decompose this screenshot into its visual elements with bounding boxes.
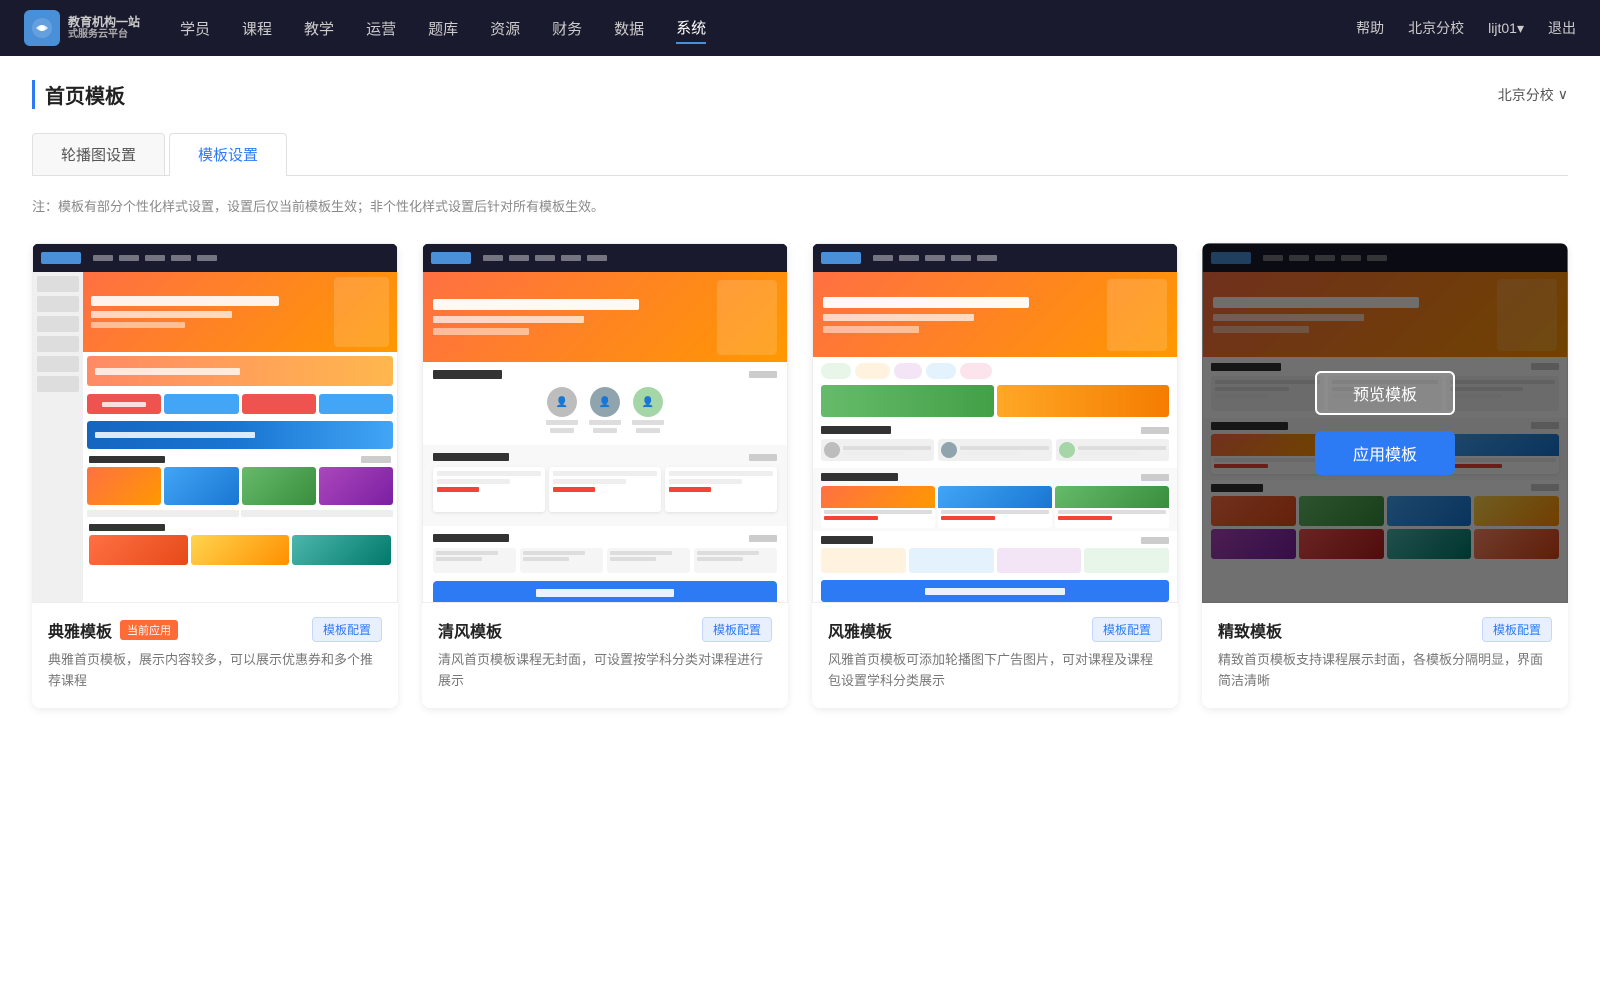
nav-left: 教育机构一站 式服务云平台 学员 课程 教学 运营 题库 资源 财务 数据 系统 bbox=[24, 10, 706, 46]
nav-right: 帮助 北京分校 lijt01▾ 退出 bbox=[1356, 18, 1576, 38]
template-desc-4: 精致首页模板支持课程展示封面，各模板分隔明显，界面简洁清晰 bbox=[1218, 650, 1552, 692]
apply-template-btn[interactable]: 应用模板 bbox=[1315, 431, 1455, 475]
nav-help[interactable]: 帮助 bbox=[1356, 18, 1384, 38]
template-desc-2: 清风首页模板课程无封面，可设置按学科分类对课程进行展示 bbox=[438, 650, 772, 692]
nav-branch[interactable]: 北京分校 bbox=[1408, 18, 1464, 38]
nav-item-teaching[interactable]: 教学 bbox=[304, 14, 334, 43]
card-title-area-4: 精致模板 bbox=[1218, 618, 1282, 642]
tab-banner[interactable]: 轮播图设置 bbox=[32, 133, 165, 175]
nav-logout[interactable]: 退出 bbox=[1548, 18, 1576, 38]
preview-template-btn[interactable]: 预览模板 bbox=[1315, 371, 1455, 415]
logo: 教育机构一站 式服务云平台 bbox=[24, 10, 140, 46]
template-preview-3[interactable] bbox=[812, 243, 1178, 603]
nav-item-operations[interactable]: 运营 bbox=[366, 14, 396, 43]
template-name-4: 精致模板 bbox=[1218, 618, 1282, 642]
current-badge-1: 当前应用 bbox=[120, 620, 178, 640]
config-btn-1[interactable]: 模板配置 bbox=[312, 617, 382, 642]
template-name-1: 典雅模板 bbox=[48, 618, 112, 642]
tab-template[interactable]: 模板设置 bbox=[169, 133, 287, 176]
template-name-2: 清风模板 bbox=[438, 618, 502, 642]
branch-chevron: ∨ bbox=[1558, 86, 1568, 103]
template-preview-1[interactable] bbox=[32, 243, 398, 603]
nav-item-students[interactable]: 学员 bbox=[180, 14, 210, 43]
template-card-2: 👤 👤 👤 bbox=[422, 243, 788, 708]
logo-text: 教育机构一站 式服务云平台 bbox=[68, 15, 140, 41]
logo-icon bbox=[24, 10, 60, 46]
card-footer-1: 典雅模板 当前应用 模板配置 典雅首页模板，展示内容较多，可以展示优惠券和多个推… bbox=[32, 603, 398, 708]
template-desc-1: 典雅首页模板，展示内容较多，可以展示优惠券和多个推荐课程 bbox=[48, 650, 382, 692]
nav-user[interactable]: lijt01▾ bbox=[1488, 20, 1524, 37]
navigation: 教育机构一站 式服务云平台 学员 课程 教学 运营 题库 资源 财务 数据 系统… bbox=[0, 0, 1600, 56]
main-content: 首页模板 北京分校 ∨ 轮播图设置 模板设置 注：模板有部分个性化样式设置，设置… bbox=[0, 56, 1600, 990]
card-title-area-1: 典雅模板 当前应用 bbox=[48, 618, 178, 642]
config-btn-4[interactable]: 模板配置 bbox=[1482, 617, 1552, 642]
nav-item-system[interactable]: 系统 bbox=[676, 13, 706, 44]
nav-item-questions[interactable]: 题库 bbox=[428, 14, 458, 43]
template-card-1: 典雅模板 当前应用 模板配置 典雅首页模板，展示内容较多，可以展示优惠券和多个推… bbox=[32, 243, 398, 708]
template-name-3: 风雅模板 bbox=[828, 618, 892, 642]
nav-item-data[interactable]: 数据 bbox=[614, 14, 644, 43]
template-hover-overlay: 预览模板 应用模板 bbox=[1202, 243, 1568, 603]
template-desc-3: 风雅首页模板可添加轮播图下广告图片，可对课程及课程包设置学科分类展示 bbox=[828, 650, 1162, 692]
card-footer-3: 风雅模板 模板配置 风雅首页模板可添加轮播图下广告图片，可对课程及课程包设置学科… bbox=[812, 603, 1178, 708]
template-grid: 典雅模板 当前应用 模板配置 典雅首页模板，展示内容较多，可以展示优惠券和多个推… bbox=[32, 243, 1568, 708]
config-btn-3[interactable]: 模板配置 bbox=[1092, 617, 1162, 642]
nav-item-resources[interactable]: 资源 bbox=[490, 14, 520, 43]
note-text: 注：模板有部分个性化样式设置，设置后仅当前模板生效；非个性化样式设置后针对所有模… bbox=[32, 196, 1568, 215]
card-title-area-3: 风雅模板 bbox=[828, 618, 892, 642]
template-card-4: 预览模板 应用模板 精致模板 模板配置 精致首页模板支持课程展示封面，各模板分隔… bbox=[1202, 243, 1568, 708]
card-footer-4: 精致模板 模板配置 精致首页模板支持课程展示封面，各模板分隔明显，界面简洁清晰 bbox=[1202, 603, 1568, 708]
page-title: 首页模板 bbox=[32, 80, 125, 109]
template-card-3: 风雅模板 模板配置 风雅首页模板可添加轮播图下广告图片，可对课程及课程包设置学科… bbox=[812, 243, 1178, 708]
page-header: 首页模板 北京分校 ∨ bbox=[32, 80, 1568, 109]
branch-selector[interactable]: 北京分校 ∨ bbox=[1498, 85, 1568, 105]
card-footer-2: 清风模板 模板配置 清风首页模板课程无封面，可设置按学科分类对课程进行展示 bbox=[422, 603, 788, 708]
logo-line2: 式服务云平台 bbox=[68, 29, 140, 41]
nav-item-courses[interactable]: 课程 bbox=[242, 14, 272, 43]
template-preview-4[interactable]: 预览模板 应用模板 bbox=[1202, 243, 1568, 603]
tabs-container: 轮播图设置 模板设置 bbox=[32, 133, 1568, 176]
nav-item-finance[interactable]: 财务 bbox=[552, 14, 582, 43]
logo-line1: 教育机构一站 bbox=[68, 15, 140, 29]
nav-menu: 学员 课程 教学 运营 题库 资源 财务 数据 系统 bbox=[180, 13, 706, 44]
card-title-area-2: 清风模板 bbox=[438, 618, 502, 642]
branch-name: 北京分校 bbox=[1498, 85, 1554, 105]
template-preview-2[interactable]: 👤 👤 👤 bbox=[422, 243, 788, 603]
config-btn-2[interactable]: 模板配置 bbox=[702, 617, 772, 642]
